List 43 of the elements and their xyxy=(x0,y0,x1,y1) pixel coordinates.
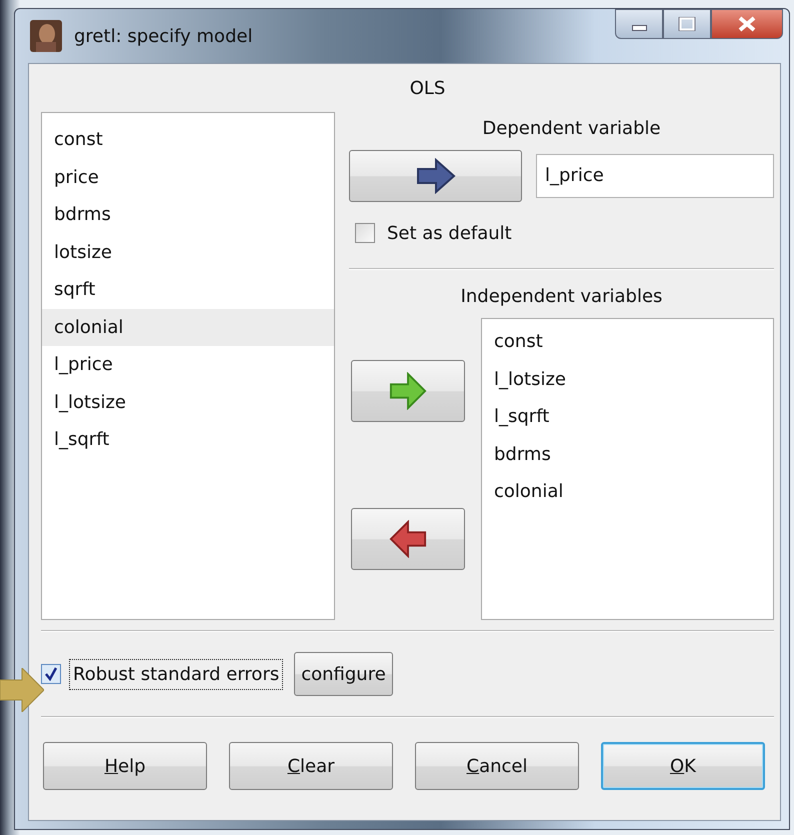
list-item[interactable]: lotsize xyxy=(42,234,334,271)
window-title: gretl: specify model xyxy=(74,26,253,46)
list-item[interactable]: l_lotsize xyxy=(42,384,334,421)
pointer-arrow-icon xyxy=(0,668,44,712)
list-item[interactable]: bdrms xyxy=(42,196,334,234)
close-icon xyxy=(737,16,757,32)
dialog-button[interactable]: OK xyxy=(601,742,765,790)
list-item[interactable]: sqrft xyxy=(42,271,334,308)
list-item[interactable]: const xyxy=(482,323,773,360)
maximize-icon xyxy=(677,17,697,31)
estimator-label: OLS xyxy=(408,78,446,101)
list-item[interactable]: const xyxy=(42,121,334,158)
list-item[interactable]: bdrms xyxy=(482,436,773,473)
minimize-icon xyxy=(632,25,646,31)
checkbox[interactable] xyxy=(355,223,375,243)
checkbox-label: Robust standard errors xyxy=(69,658,284,690)
add-button[interactable] xyxy=(351,360,465,422)
list-item[interactable]: colonial xyxy=(482,473,773,510)
dependent-field[interactable]: l_price xyxy=(536,154,774,198)
maximize-button[interactable] xyxy=(663,9,711,39)
section-label: Dependent variable xyxy=(481,117,662,141)
configure-button[interactable]: configure xyxy=(294,652,393,696)
minimize-button[interactable] xyxy=(615,9,663,39)
list-item[interactable]: colonial xyxy=(42,308,334,346)
remove-button[interactable] xyxy=(351,508,465,570)
dialog-button[interactable]: Clear xyxy=(229,742,393,790)
checkbox[interactable] xyxy=(41,664,61,684)
arrow-right-icon xyxy=(416,158,456,194)
checkbox-label: Set as default xyxy=(387,222,512,244)
list-item[interactable]: l_price xyxy=(42,346,334,384)
app-icon xyxy=(30,20,62,52)
arrow-left-icon xyxy=(389,520,427,558)
list-item[interactable]: price xyxy=(42,158,334,196)
arrow-right-icon xyxy=(389,372,427,410)
list-item[interactable]: l_lotsize xyxy=(482,360,773,398)
list-item[interactable]: l_sqrft xyxy=(482,398,773,436)
close-button[interactable] xyxy=(711,9,783,39)
set-dependent-button[interactable] xyxy=(349,150,522,202)
dialog-button[interactable]: Help xyxy=(43,742,207,790)
section-label: Independent variables xyxy=(460,285,664,309)
check-icon xyxy=(44,667,58,681)
dialog-button[interactable]: Cancel xyxy=(415,742,579,790)
list-item[interactable]: l_sqrft xyxy=(42,421,334,458)
